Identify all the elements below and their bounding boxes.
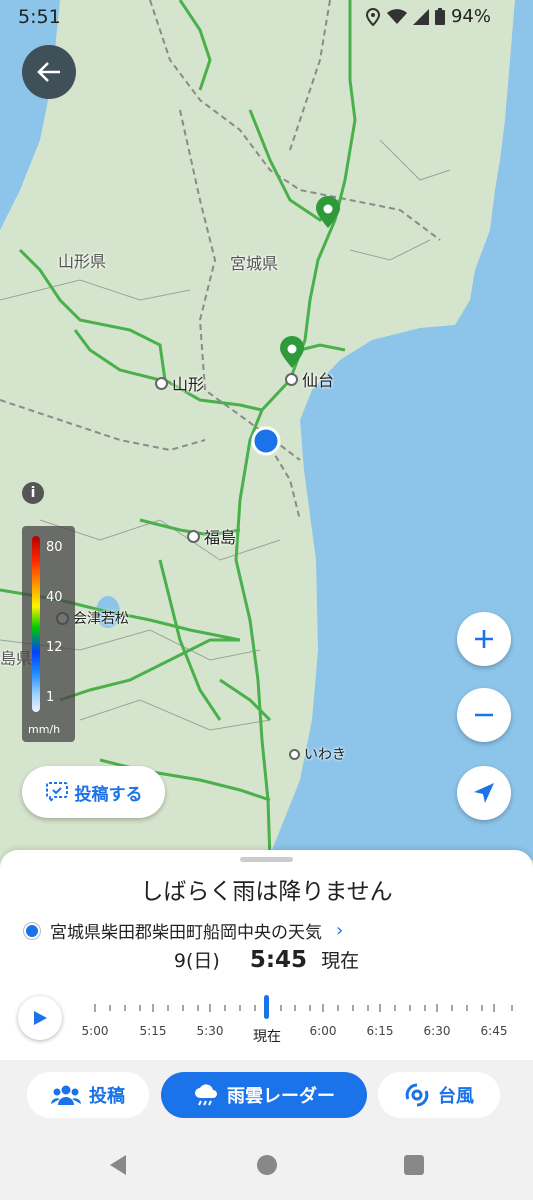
timeline-label: 6:45 <box>480 1024 508 1038</box>
battery-icon <box>434 8 445 25</box>
city-label[interactable]: 山形 <box>155 371 204 395</box>
current-location-button[interactable] <box>457 766 511 820</box>
chevron-right-icon: › <box>336 920 344 941</box>
people-icon <box>51 1085 81 1105</box>
city-label[interactable]: 福島 <box>187 524 236 548</box>
location-icon <box>365 7 380 26</box>
rain-cloud-icon <box>195 1084 217 1106</box>
rainfall-legend: 80 40 12 1 mm/h <box>22 526 75 742</box>
legend-unit: mm/h <box>28 723 61 736</box>
nav-home-icon[interactable] <box>256 1154 278 1176</box>
weather-sheet: しばらく雨は降りません 宮城県柴田郡柴田町船岡中央の天気 › 9(日) 5:45 現… <box>0 850 533 1060</box>
city-label[interactable]: 仙台 <box>285 367 334 391</box>
city-dot-icon <box>155 376 168 390</box>
tab-label: 投稿 <box>89 1086 125 1107</box>
timeline-thumb[interactable] <box>264 995 269 1019</box>
rain-forecast-headline: しばらく雨は降りません <box>140 879 393 905</box>
battery-level: 94% <box>450 6 491 27</box>
status-time: 5:51 <box>18 6 61 28</box>
city-dot-icon <box>187 529 200 543</box>
tab-label: 台風 <box>438 1086 474 1107</box>
post-button[interactable]: 投稿する <box>22 766 165 818</box>
plus-icon <box>475 630 493 648</box>
nav-recents-icon[interactable] <box>403 1154 425 1176</box>
timeline-label: 5:30 <box>196 1024 224 1038</box>
play-icon <box>34 1011 47 1025</box>
timeline-label: 6:15 <box>366 1024 394 1038</box>
prefecture-label: 宮城県 <box>230 254 279 273</box>
city-dot-icon <box>285 372 298 386</box>
time-label: 5:45 <box>249 947 308 973</box>
legend-tick: 40 <box>46 590 63 605</box>
minus-icon <box>475 713 493 717</box>
location-name: 宮城県柴田郡柴田町船岡中央の天気 <box>50 923 322 943</box>
legend-tick: 1 <box>46 690 55 705</box>
now-label: 現在 <box>321 950 360 972</box>
time-slider[interactable]: 5:00 5:15 5:30 現在 6:00 6:15 6:30 6:45 <box>80 990 520 1050</box>
timeline-label: 6:00 <box>309 1024 337 1038</box>
city-dot-icon <box>289 748 300 760</box>
timeline-label: 5:15 <box>139 1024 167 1038</box>
timeline-ticks <box>94 995 513 1019</box>
location-weather-link[interactable]: 宮城県柴田郡柴田町船岡中央の天気 › <box>24 918 343 943</box>
legend-tick: 12 <box>46 640 63 655</box>
back-arrow-icon <box>37 62 60 82</box>
legend-color-bar <box>32 536 40 712</box>
typhoon-icon <box>405 1083 429 1107</box>
map-view[interactable] <box>0 0 533 860</box>
legend-tick: 80 <box>46 540 63 555</box>
tab-typhoon[interactable]: 台風 <box>378 1072 500 1118</box>
location-dot-icon <box>24 922 40 939</box>
play-button[interactable] <box>18 996 62 1040</box>
timeline-label: 6:30 <box>423 1024 451 1038</box>
system-nav-bar <box>0 1130 533 1200</box>
sheet-handle[interactable] <box>240 857 293 862</box>
prefecture-label: 山形県 <box>58 252 107 271</box>
timeline-label-now: 現在 <box>253 1029 281 1045</box>
timeline-label: 5:00 <box>81 1024 109 1038</box>
tab-posts[interactable]: 投稿 <box>27 1072 149 1118</box>
post-button-label: 投稿する <box>74 784 143 805</box>
city-label[interactable]: いわき <box>289 744 346 764</box>
current-location-marker <box>251 426 281 456</box>
date-label: 9(日) <box>173 950 220 972</box>
signal-icon <box>412 8 429 25</box>
back-button[interactable] <box>22 45 76 99</box>
tab-label: 雨雲レーダー <box>227 1086 335 1107</box>
navigation-arrow-icon <box>474 783 494 803</box>
bottom-tab-bar: 投稿 雨雲レーダー 台風 <box>0 1060 533 1130</box>
wifi-icon <box>386 8 407 24</box>
speech-bubble-icon <box>45 782 68 804</box>
nav-back-icon[interactable] <box>108 1154 128 1176</box>
zoom-out-button[interactable] <box>457 688 511 742</box>
status-bar: 5:51 94% <box>0 0 533 34</box>
tab-rain-radar[interactable]: 雨雲レーダー <box>161 1072 367 1118</box>
zoom-in-button[interactable] <box>457 612 511 666</box>
info-icon[interactable]: i <box>22 482 44 504</box>
current-time-row: 9(日) 5:45 現在 <box>0 946 533 973</box>
